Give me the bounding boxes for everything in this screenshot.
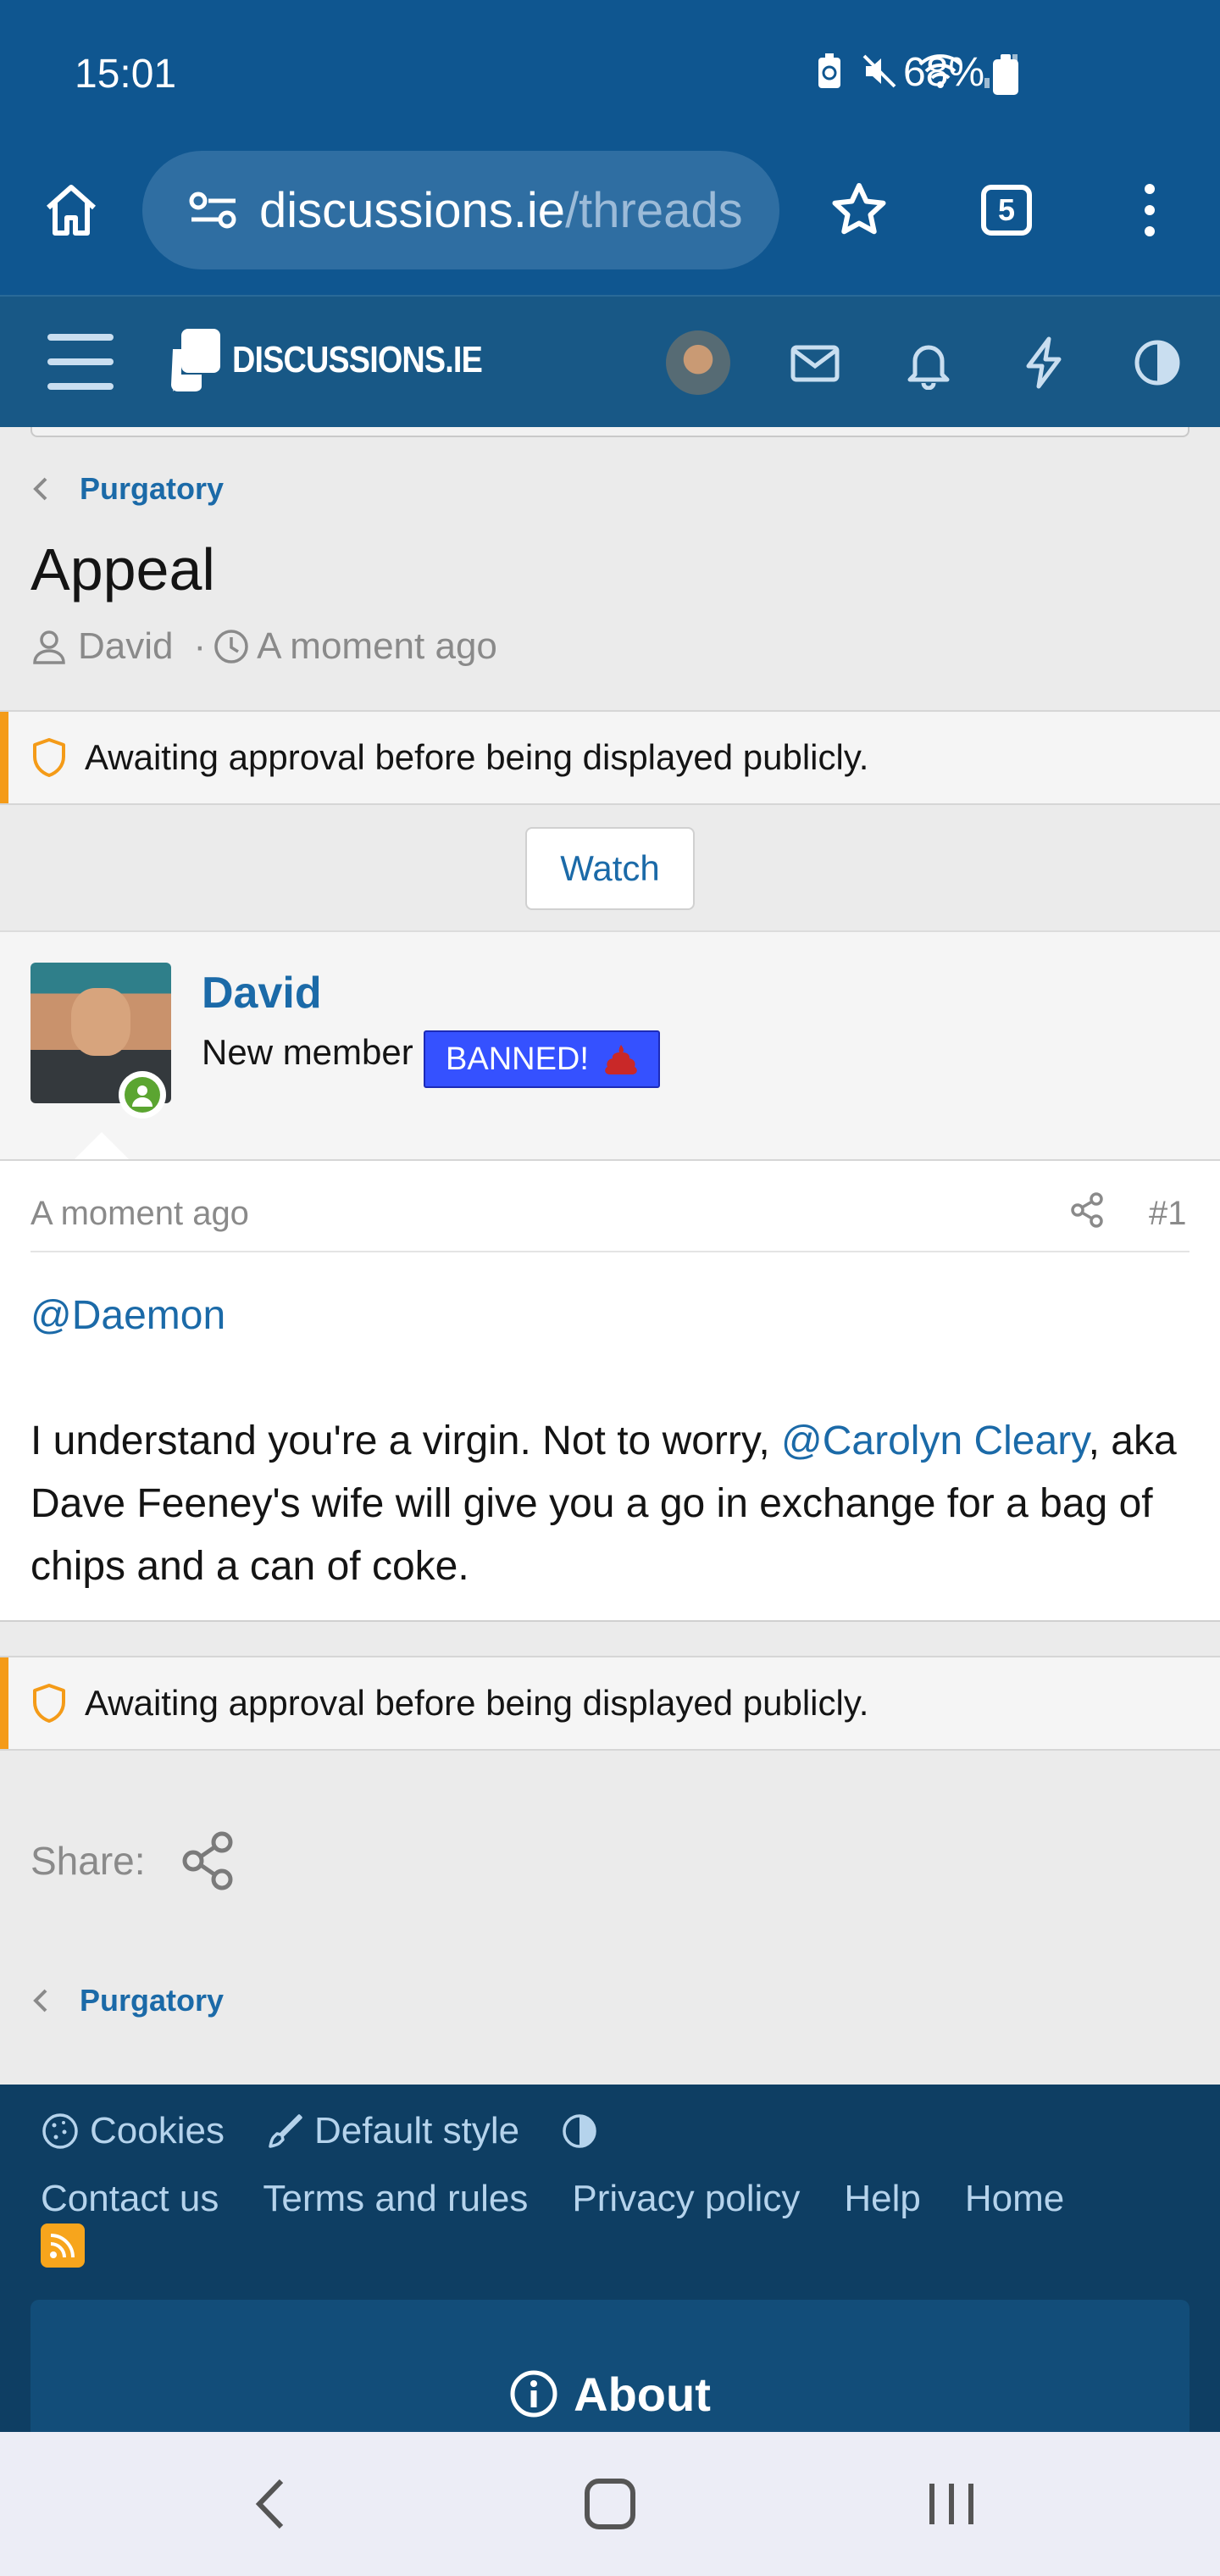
theme-toggle-icon[interactable] — [560, 2112, 599, 2151]
user-title: New member — [202, 1032, 413, 1072]
site-settings-icon[interactable] — [188, 189, 239, 231]
mention-carolyn[interactable]: @Carolyn Cleary — [781, 1418, 1089, 1463]
thread-author[interactable]: David — [78, 625, 174, 668]
shield-icon — [33, 1684, 65, 1723]
footer-link-privacy[interactable]: Privacy policy — [572, 2178, 800, 2220]
approval-notice-bottom: Awaiting approval before being displayed… — [0, 1656, 1220, 1751]
thread-time: A moment ago — [257, 625, 497, 667]
post-username[interactable]: David — [202, 968, 322, 1019]
paintbrush-icon — [269, 2114, 302, 2148]
style-label: Default style — [313, 2110, 520, 2151]
about-label: About — [574, 2367, 711, 2421]
breadcrumb-label[interactable]: Purgatory — [80, 471, 224, 507]
post-number[interactable]: #1 — [1149, 1195, 1187, 1233]
status-bar: 15:01 68% — [0, 0, 1220, 144]
share-icon[interactable] — [1069, 1191, 1106, 1233]
notice-text: Awaiting approval before being displayed… — [85, 1683, 869, 1723]
system-nav-bar — [0, 2432, 1220, 2576]
banned-text: BANNED! — [446, 1041, 589, 1077]
shield-icon — [33, 738, 65, 777]
tabs-button[interactable]: 5 — [981, 185, 1032, 236]
info-icon — [510, 2370, 557, 2418]
back-icon[interactable] — [224, 2466, 317, 2542]
thread-meta: David · A moment ago — [30, 625, 497, 668]
share-label: Share: — [30, 1839, 146, 1883]
menu-icon[interactable] — [47, 334, 114, 390]
status-time: 15:01 — [75, 52, 177, 97]
bolt-icon[interactable] — [1017, 336, 1071, 390]
post-date[interactable]: A moment ago — [30, 1195, 249, 1233]
post-author-block: David New member BANNED! — [0, 930, 1220, 1159]
battery-icon — [993, 54, 1018, 95]
style-chooser-link[interactable]: Default style — [265, 2110, 519, 2152]
site-logo[interactable]: DISCUSSIONS.IE — [169, 327, 523, 393]
header-avatar[interactable] — [666, 330, 730, 395]
mention-daemon[interactable]: @Daemon — [30, 1293, 225, 1338]
breadcrumb-label[interactable]: Purgatory — [80, 1983, 224, 2018]
home-icon[interactable] — [39, 178, 103, 242]
battery-percent: 68% — [903, 50, 985, 95]
url-host: discussions.ie — [259, 182, 566, 238]
approval-notice: Awaiting approval before being displayed… — [0, 710, 1220, 805]
breadcrumb[interactable]: Purgatory — [30, 471, 224, 507]
theme-toggle-icon[interactable] — [1130, 336, 1184, 390]
poop-icon — [605, 1045, 637, 1074]
footer-link-contact[interactable]: Contact us — [41, 2178, 219, 2220]
clock-icon — [214, 630, 248, 663]
post-body: @Daemon I understand you're a virgin. No… — [30, 1285, 1191, 1598]
footer-link-help[interactable]: Help — [844, 2178, 921, 2220]
post-message: A moment ago #1 @Daemon I understand you… — [0, 1159, 1220, 1622]
cookie-icon — [42, 2113, 78, 2149]
site-header: DISCUSSIONS.IE — [0, 295, 1220, 427]
user-icon — [33, 630, 65, 664]
share-icon[interactable] — [180, 1830, 237, 1891]
cookies-link[interactable]: Cookies — [41, 2110, 225, 2152]
url-bar[interactable]: discussions.ie/threads — [142, 151, 779, 269]
page-title: Appeal — [30, 536, 215, 602]
bell-icon[interactable] — [901, 336, 956, 391]
bookmark-star-icon[interactable] — [827, 178, 891, 242]
chevron-left-icon — [33, 477, 47, 501]
logo-text: DISCUSSIONS.IE — [232, 339, 483, 380]
url-path: /threads — [565, 182, 743, 238]
more-icon[interactable] — [1128, 178, 1171, 242]
share-row: Share: — [30, 1830, 237, 1891]
speech-bubble-logo-icon — [171, 329, 220, 391]
recent-apps-icon[interactable] — [905, 2466, 998, 2542]
mail-icon[interactable] — [788, 336, 842, 390]
battery-saver-icon — [818, 53, 840, 88]
post-text-1: I understand you're a virgin. Not to wor… — [30, 1418, 782, 1463]
online-status-icon — [119, 1071, 166, 1119]
rss-icon[interactable] — [41, 2223, 85, 2268]
message-pointer — [73, 1132, 130, 1161]
about-section[interactable]: About — [30, 2300, 1190, 2435]
collapsed-panel-edge — [30, 427, 1190, 437]
chevron-left-icon — [33, 1989, 47, 2012]
notice-text: Awaiting approval before being displayed… — [85, 737, 869, 777]
footer-link-home[interactable]: Home — [965, 2178, 1064, 2220]
watch-button[interactable]: Watch — [525, 827, 695, 910]
banned-banner: BANNED! — [424, 1030, 660, 1088]
browser-toolbar: discussions.ie/threads 5 — [0, 144, 1220, 295]
meta-separator: · — [193, 625, 207, 667]
cookies-label: Cookies — [90, 2110, 225, 2151]
mute-icon — [862, 54, 896, 88]
site-footer: Cookies Default style Contact us Terms a… — [0, 2085, 1220, 2435]
tab-count: 5 — [981, 185, 1032, 236]
home-nav-icon[interactable] — [563, 2466, 657, 2542]
footer-link-terms[interactable]: Terms and rules — [263, 2178, 528, 2220]
breadcrumb-bottom[interactable]: Purgatory — [30, 1983, 224, 2018]
